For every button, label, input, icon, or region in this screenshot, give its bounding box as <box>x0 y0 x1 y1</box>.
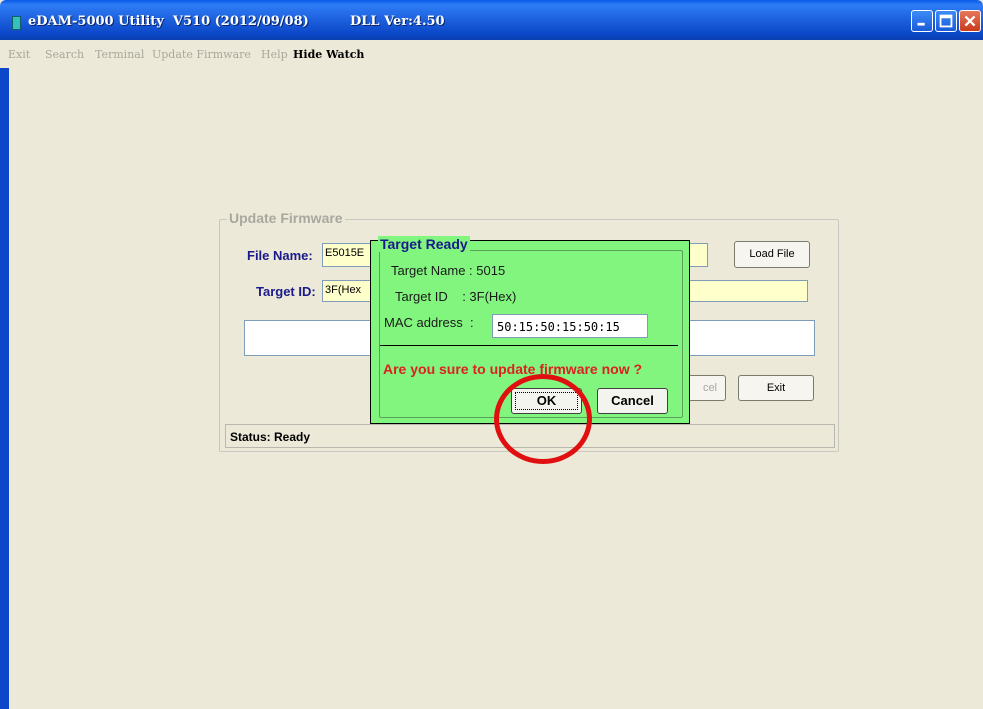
dialog-separator <box>380 345 678 346</box>
target-id-label: Target ID: <box>256 284 316 299</box>
red-highlight-circle <box>494 374 592 464</box>
mac-address-label: MAC address : <box>384 315 474 330</box>
maximize-button[interactable] <box>935 10 957 32</box>
menu-hide-watch[interactable]: Hide Watch <box>293 48 364 61</box>
menu-help[interactable]: Help <box>261 48 288 61</box>
dialog-title: Target Ready <box>378 236 470 252</box>
menu-bar: Exit Search Terminal Update Firmware Hel… <box>0 40 983 68</box>
exit-button[interactable]: Exit <box>738 375 814 401</box>
close-icon <box>964 15 976 27</box>
close-button[interactable] <box>959 10 981 32</box>
file-name-label: File Name: <box>247 248 313 263</box>
menu-terminal[interactable]: Terminal <box>95 48 144 61</box>
menu-exit[interactable]: Exit <box>8 48 30 61</box>
app-icon <box>12 16 21 30</box>
window-left-border <box>0 68 9 709</box>
menu-update-firmware[interactable]: Update Firmware <box>152 48 251 61</box>
update-firmware-legend: Update Firmware <box>227 210 345 226</box>
mac-address-field[interactable]: 50:15:50:15:50:15 <box>492 314 648 338</box>
dll-version: DLL Ver:4.50 <box>350 14 445 29</box>
target-id-text: Target ID : 3F(Hex) <box>395 289 517 304</box>
title-bar[interactable]: eDAM-5000 Utility V510 (2012/09/08) DLL … <box>0 0 983 40</box>
dialog-cancel-button[interactable]: Cancel <box>597 388 668 414</box>
load-file-button[interactable]: Load File <box>734 241 810 268</box>
minimize-button[interactable] <box>911 10 933 32</box>
window-title: eDAM-5000 Utility V510 (2012/09/08) <box>28 14 309 29</box>
menu-search[interactable]: Search <box>45 48 84 61</box>
target-name-text: Target Name : 5015 <box>391 263 506 278</box>
app-window: eDAM-5000 Utility V510 (2012/09/08) DLL … <box>0 0 983 709</box>
confirm-question: Are you sure to update firmware now ? <box>383 361 643 377</box>
maximize-icon <box>939 14 953 28</box>
minimize-icon <box>917 22 925 26</box>
